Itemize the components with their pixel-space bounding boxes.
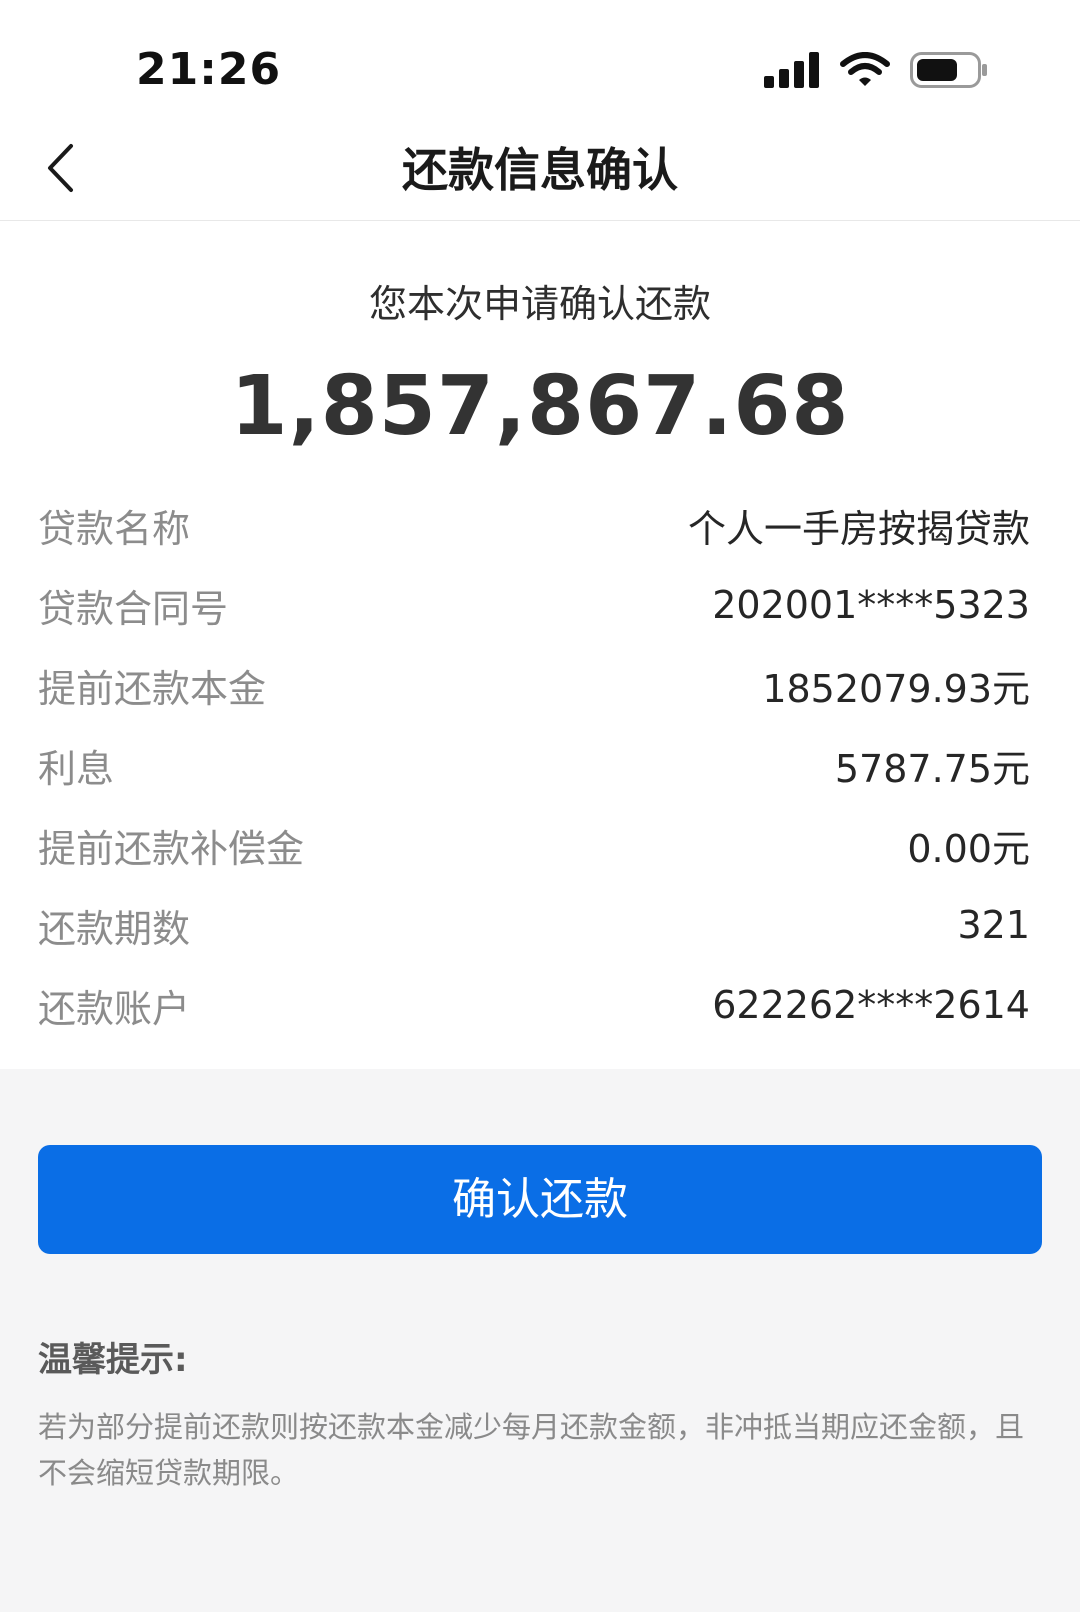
page-title: 还款信息确认 (402, 143, 678, 197)
detail-value: 1852079.93元 (762, 666, 1030, 711)
status-icons (764, 52, 988, 92)
back-button[interactable] (30, 138, 90, 202)
detail-row-compensation: 提前还款补偿金 0.00元 (38, 805, 1030, 885)
detail-row-loan-name: 贷款名称 个人一手房按揭贷款 (38, 485, 1030, 565)
repayment-summary-card: 您本次申请确认还款 1,857,867.68 贷款名称 个人一手房按揭贷款 贷款… (0, 221, 1080, 1069)
detail-label: 利息 (38, 746, 115, 791)
nav-bar: 还款信息确认 (0, 120, 1080, 221)
status-bar: 21:26 (0, 0, 1080, 120)
detail-label: 还款账户 (38, 986, 191, 1031)
detail-value: 321 (957, 903, 1030, 947)
detail-label: 还款期数 (38, 906, 191, 951)
confirm-repayment-button[interactable]: 确认还款 (38, 1145, 1042, 1254)
signal-icon (764, 52, 820, 92)
tips-title: 温馨提示: (38, 1340, 188, 1380)
detail-list: 贷款名称 个人一手房按揭贷款 贷款合同号 202001****5323 提前还款… (38, 485, 1030, 1045)
repayment-amount: 1,857,867.68 (230, 359, 850, 454)
wifi-icon (840, 52, 890, 92)
detail-row-interest: 利息 5787.75元 (38, 725, 1030, 805)
battery-icon (910, 52, 988, 92)
detail-row-periods: 还款期数 321 (38, 885, 1030, 965)
detail-label: 提前还款补偿金 (38, 826, 305, 871)
detail-value: 0.00元 (907, 826, 1030, 871)
detail-value: 202001****5323 (712, 583, 1030, 627)
chevron-left-icon (45, 143, 75, 197)
status-time: 21:26 (136, 44, 282, 95)
detail-label: 贷款合同号 (38, 586, 229, 631)
detail-row-principal: 提前还款本金 1852079.93元 (38, 645, 1030, 725)
detail-label: 贷款名称 (38, 506, 191, 551)
detail-value: 622262****2614 (712, 983, 1030, 1027)
detail-row-contract-number: 贷款合同号 202001****5323 (38, 565, 1030, 645)
tips-body: 若为部分提前还款则按还款本金减少每月还款金额，非冲抵当期应还金额，且不会缩短贷款… (38, 1410, 1025, 1490)
detail-value: 5787.75元 (834, 746, 1030, 791)
detail-row-account: 还款账户 622262****2614 (38, 965, 1030, 1045)
summary-caption: 您本次申请确认还款 (368, 282, 711, 326)
detail-label: 提前还款本金 (38, 666, 267, 711)
detail-value: 个人一手房按揭贷款 (687, 506, 1030, 551)
